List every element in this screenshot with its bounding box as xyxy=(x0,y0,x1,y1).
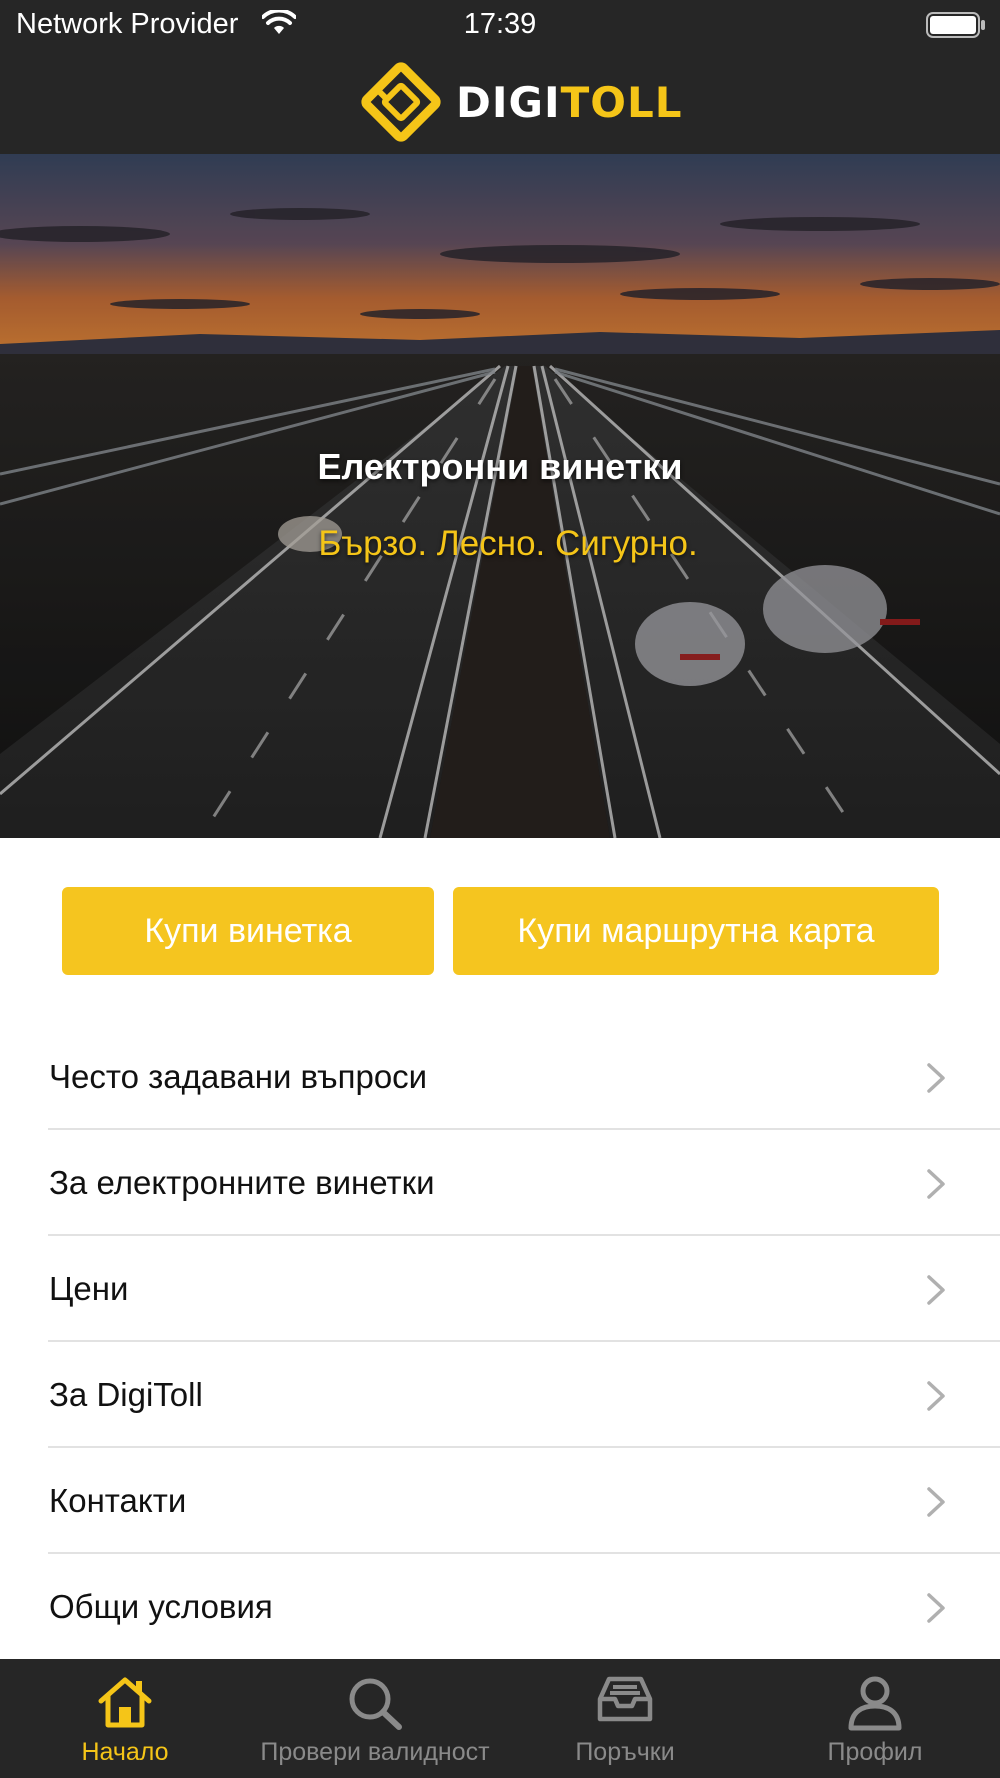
hero-subtitle: Бързо. Лесно. Сигурно. xyxy=(318,524,698,563)
chevron-right-icon xyxy=(927,1381,945,1411)
menu-item-label: За електронните винетки xyxy=(49,1164,435,1201)
info-menu-list: Често задавани въпроси За електронните в… xyxy=(0,1024,1000,1660)
status-time: 17:39 xyxy=(463,8,537,40)
menu-item-label: Контакти xyxy=(49,1482,187,1519)
buy-route-card-button[interactable]: Купи маршрутна карта xyxy=(453,887,939,975)
home-icon xyxy=(98,1677,152,1728)
person-icon xyxy=(848,1676,902,1731)
logo-text: DIGITOLL xyxy=(456,78,682,127)
menu-item-label: Цени xyxy=(49,1270,129,1307)
search-icon xyxy=(349,1678,402,1730)
menu-item-contacts[interactable]: Контакти xyxy=(0,1448,1000,1554)
tab-orders[interactable]: Поръчки xyxy=(500,1659,750,1778)
menu-item-about-vignettes[interactable]: За електронните винетки xyxy=(0,1130,1000,1236)
digitoll-logo: DIGITOLL xyxy=(358,50,682,154)
tab-label: Поръчки xyxy=(575,1738,675,1766)
menu-item-label: Често задавани въпроси xyxy=(49,1058,428,1095)
chevron-right-icon xyxy=(927,1593,945,1623)
chevron-right-icon xyxy=(927,1169,945,1199)
menu-item-terms[interactable]: Общи условия xyxy=(0,1554,1000,1660)
tab-home[interactable]: Начало xyxy=(0,1659,250,1778)
tab-label: Провери валидност xyxy=(260,1738,490,1766)
menu-item-prices[interactable]: Цени xyxy=(0,1236,1000,1342)
app-header: DIGITOLL xyxy=(0,50,1000,154)
buy-vignette-button[interactable]: Купи винетка xyxy=(62,887,434,975)
highway-illustration xyxy=(0,154,1000,838)
logo-text-toll: TOLL xyxy=(560,77,683,127)
inbox-icon xyxy=(597,1676,653,1722)
hero-title: Електронни винетки xyxy=(317,446,683,487)
tab-label: Начало xyxy=(81,1738,169,1766)
menu-item-faq[interactable]: Често задавани въпроси xyxy=(0,1024,1000,1130)
logo-text-digi: DIGI xyxy=(456,77,561,127)
tab-profile[interactable]: Профил xyxy=(750,1659,1000,1778)
chevron-right-icon xyxy=(927,1487,945,1517)
battery-icon xyxy=(926,12,986,43)
menu-item-about-digitoll[interactable]: За DigiToll xyxy=(0,1342,1000,1448)
menu-item-label: Общи условия xyxy=(49,1588,273,1625)
menu-item-label: За DigiToll xyxy=(49,1376,203,1413)
tab-check-validity[interactable]: Провери валидност xyxy=(250,1659,500,1778)
bottom-tab-bar: Начало Провери валидност Поръчки Профил xyxy=(0,1659,1000,1778)
logo-mark-icon xyxy=(361,62,441,142)
chevron-right-icon xyxy=(927,1275,945,1305)
chevron-right-icon xyxy=(927,1063,945,1093)
status-bar: Network Provider 17:39 xyxy=(0,0,1000,50)
hero-banner: Електронни винетки Бързо. Лесно. Сигурно… xyxy=(0,154,1000,838)
tab-label: Профил xyxy=(827,1738,923,1766)
